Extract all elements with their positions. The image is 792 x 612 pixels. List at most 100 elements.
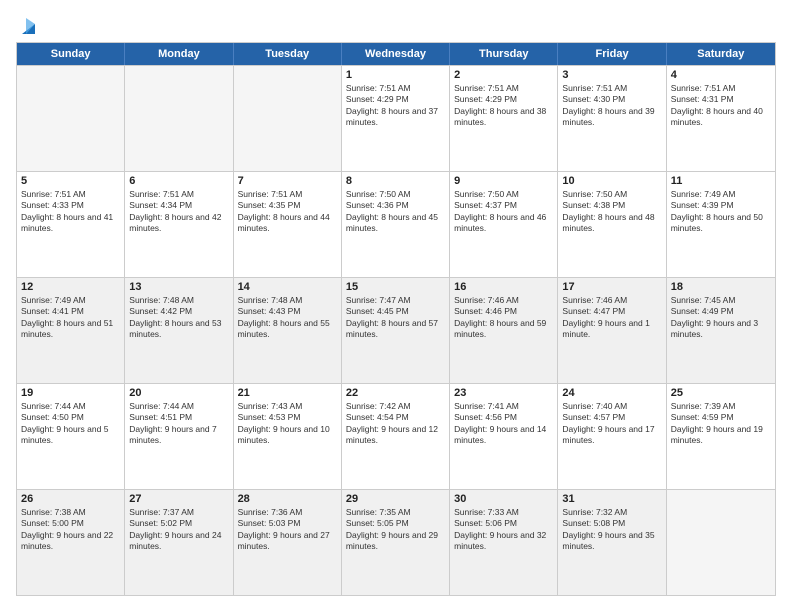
header-cell-monday: Monday [125,43,233,65]
day-number: 7 [238,175,337,187]
calendar-cell-16: 16 Sunrise: 7:46 AM Sunset: 4:46 PM Dayli… [450,278,558,383]
day-number: 20 [129,387,228,399]
cell-text: Sunrise: 7:40 AM Sunset: 4:57 PM Dayligh… [562,401,661,447]
cell-text: Sunrise: 7:43 AM Sunset: 4:53 PM Dayligh… [238,401,337,447]
calendar-cell-10: 10 Sunrise: 7:50 AM Sunset: 4:38 PM Dayli… [558,172,666,277]
calendar-cell-19: 19Sunrise: 7:44 AM Sunset: 4:50 PM Dayli… [17,384,125,489]
day-number: 22 [346,387,445,399]
day-number: 27 [129,493,228,505]
cell-text: Sunrise: 7:46 AM Sunset: 4:46 PM Dayligh… [454,295,553,341]
calendar-cell-empty-4-6 [667,490,775,595]
calendar-cell-26: 26 Sunrise: 7:38 AM Sunset: 5:00 PM Dayli… [17,490,125,595]
day-number: 12 [21,281,120,293]
calendar: SundayMondayTuesdayWednesdayThursdayFrid… [16,42,776,596]
day-number: 11 [671,175,771,187]
calendar-row-3: 19Sunrise: 7:44 AM Sunset: 4:50 PM Dayli… [17,383,775,489]
cell-text: Sunrise: 7:50 AM Sunset: 4:37 PM Dayligh… [454,189,553,235]
cell-text: Sunrise: 7:49 AM Sunset: 4:39 PM Dayligh… [671,189,771,235]
day-number: 1 [346,69,445,81]
day-number: 8 [346,175,445,187]
cell-text: Sunrise: 7:48 AM Sunset: 4:42 PM Dayligh… [129,295,228,341]
calendar-cell-9: 9 Sunrise: 7:50 AM Sunset: 4:37 PM Daylig… [450,172,558,277]
calendar-cell-12: 12 Sunrise: 7:49 AM Sunset: 4:41 PM Dayli… [17,278,125,383]
cell-text: Sunrise: 7:35 AM Sunset: 5:05 PM Dayligh… [346,507,445,553]
calendar-cell-24: 24 Sunrise: 7:40 AM Sunset: 4:57 PM Dayli… [558,384,666,489]
logo-block [16,16,36,32]
day-number: 3 [562,69,661,81]
day-number: 5 [21,175,120,187]
cell-text: Sunrise: 7:50 AM Sunset: 4:38 PM Dayligh… [562,189,661,235]
calendar-row-1: 5 Sunrise: 7:51 AM Sunset: 4:33 PM Daylig… [17,171,775,277]
cell-text: Sunrise: 7:51 AM Sunset: 4:29 PM Dayligh… [454,83,553,129]
day-number: 29 [346,493,445,505]
cell-text: Sunrise: 7:39 AM Sunset: 4:59 PM Dayligh… [671,401,771,447]
page: SundayMondayTuesdayWednesdayThursdayFrid… [0,0,792,612]
calendar-cell-5: 5 Sunrise: 7:51 AM Sunset: 4:33 PM Daylig… [17,172,125,277]
day-number: 30 [454,493,553,505]
cell-text: Sunrise: 7:51 AM Sunset: 4:34 PM Dayligh… [129,189,228,235]
day-number: 14 [238,281,337,293]
cell-text: Sunrise: 7:36 AM Sunset: 5:03 PM Dayligh… [238,507,337,553]
day-number: 26 [21,493,120,505]
day-number: 13 [129,281,228,293]
cell-text: Sunrise: 7:42 AM Sunset: 4:54 PM Dayligh… [346,401,445,447]
calendar-cell-8: 8 Sunrise: 7:50 AM Sunset: 4:36 PM Daylig… [342,172,450,277]
calendar-cell-25: 25 Sunrise: 7:39 AM Sunset: 4:59 PM Dayli… [667,384,775,489]
calendar-cell-15: 15 Sunrise: 7:47 AM Sunset: 4:45 PM Dayli… [342,278,450,383]
calendar-cell-18: 18Sunrise: 7:45 AM Sunset: 4:49 PM Dayli… [667,278,775,383]
cell-text: Sunrise: 7:51 AM Sunset: 4:33 PM Dayligh… [21,189,120,235]
cell-text: Sunrise: 7:51 AM Sunset: 4:35 PM Dayligh… [238,189,337,235]
calendar-cell-27: 27Sunrise: 7:37 AM Sunset: 5:02 PM Dayli… [125,490,233,595]
calendar-cell-17: 17 Sunrise: 7:46 AM Sunset: 4:47 PM Dayli… [558,278,666,383]
cell-text: Sunrise: 7:47 AM Sunset: 4:45 PM Dayligh… [346,295,445,341]
day-number: 10 [562,175,661,187]
header [16,16,776,32]
calendar-cell-3: 3Sunrise: 7:51 AM Sunset: 4:30 PM Daylig… [558,66,666,171]
calendar-cell-31: 31Sunrise: 7:32 AM Sunset: 5:08 PM Dayli… [558,490,666,595]
header-cell-sunday: Sunday [17,43,125,65]
calendar-cell-30: 30 Sunrise: 7:33 AM Sunset: 5:06 PM Dayli… [450,490,558,595]
cell-text: Sunrise: 7:46 AM Sunset: 4:47 PM Dayligh… [562,295,661,341]
calendar-cell-1: 1 Sunrise: 7:51 AM Sunset: 4:29 PM Daylig… [342,66,450,171]
cell-text: Sunrise: 7:45 AM Sunset: 4:49 PM Dayligh… [671,295,771,341]
day-number: 9 [454,175,553,187]
cell-text: Sunrise: 7:44 AM Sunset: 4:50 PM Dayligh… [21,401,120,447]
calendar-cell-13: 13 Sunrise: 7:48 AM Sunset: 4:42 PM Dayli… [125,278,233,383]
calendar-cell-20: 20 Sunrise: 7:44 AM Sunset: 4:51 PM Dayli… [125,384,233,489]
logo-triangle-icon [17,16,35,36]
day-number: 6 [129,175,228,187]
calendar-cell-empty-0-2 [234,66,342,171]
logo [16,16,36,32]
calendar-cell-6: 6 Sunrise: 7:51 AM Sunset: 4:34 PM Daylig… [125,172,233,277]
day-number: 16 [454,281,553,293]
calendar-header: SundayMondayTuesdayWednesdayThursdayFrid… [17,43,775,65]
cell-text: Sunrise: 7:44 AM Sunset: 4:51 PM Dayligh… [129,401,228,447]
calendar-cell-empty-0-0 [17,66,125,171]
calendar-row-0: 1 Sunrise: 7:51 AM Sunset: 4:29 PM Daylig… [17,65,775,171]
header-cell-tuesday: Tuesday [234,43,342,65]
calendar-row-4: 26 Sunrise: 7:38 AM Sunset: 5:00 PM Dayli… [17,489,775,595]
day-number: 21 [238,387,337,399]
cell-text: Sunrise: 7:50 AM Sunset: 4:36 PM Dayligh… [346,189,445,235]
calendar-cell-22: 22 Sunrise: 7:42 AM Sunset: 4:54 PM Dayli… [342,384,450,489]
day-number: 24 [562,387,661,399]
header-cell-wednesday: Wednesday [342,43,450,65]
cell-text: Sunrise: 7:32 AM Sunset: 5:08 PM Dayligh… [562,507,661,553]
cell-text: Sunrise: 7:33 AM Sunset: 5:06 PM Dayligh… [454,507,553,553]
day-number: 17 [562,281,661,293]
calendar-cell-29: 29 Sunrise: 7:35 AM Sunset: 5:05 PM Dayli… [342,490,450,595]
calendar-cell-4: 4 Sunrise: 7:51 AM Sunset: 4:31 PM Daylig… [667,66,775,171]
cell-text: Sunrise: 7:38 AM Sunset: 5:00 PM Dayligh… [21,507,120,553]
cell-text: Sunrise: 7:51 AM Sunset: 4:31 PM Dayligh… [671,83,771,129]
calendar-cell-11: 11 Sunrise: 7:49 AM Sunset: 4:39 PM Dayli… [667,172,775,277]
day-number: 2 [454,69,553,81]
day-number: 15 [346,281,445,293]
calendar-cell-14: 14Sunrise: 7:48 AM Sunset: 4:43 PM Dayli… [234,278,342,383]
calendar-cell-2: 2 Sunrise: 7:51 AM Sunset: 4:29 PM Daylig… [450,66,558,171]
cell-text: Sunrise: 7:51 AM Sunset: 4:29 PM Dayligh… [346,83,445,129]
day-number: 4 [671,69,771,81]
cell-text: Sunrise: 7:49 AM Sunset: 4:41 PM Dayligh… [21,295,120,341]
header-cell-thursday: Thursday [450,43,558,65]
day-number: 25 [671,387,771,399]
header-cell-friday: Friday [558,43,666,65]
